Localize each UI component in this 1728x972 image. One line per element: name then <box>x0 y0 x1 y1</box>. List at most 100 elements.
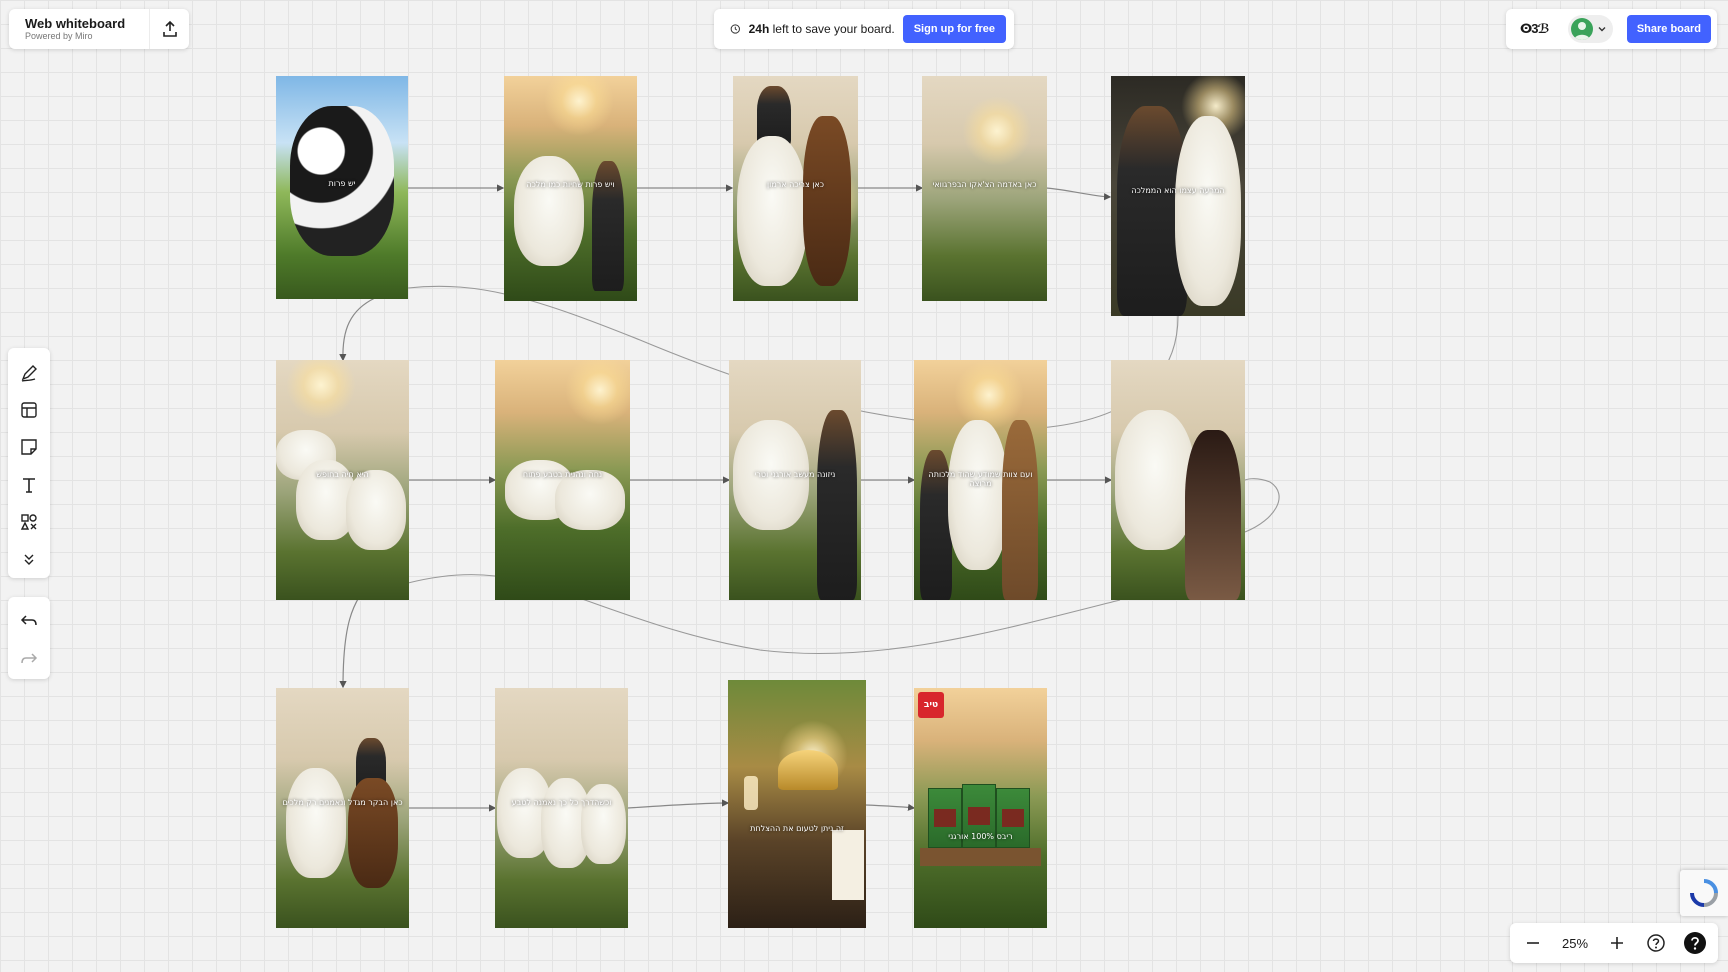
person-image <box>1002 420 1038 600</box>
help-icon <box>1647 934 1665 952</box>
horse-image <box>803 116 851 286</box>
storyboard-frame-8[interactable]: ניזונה מעשב אורגני וטרי <box>729 360 861 600</box>
cow-image <box>948 420 1008 570</box>
napkin-image <box>832 830 864 900</box>
connector <box>339 297 376 362</box>
frame-caption: המרעה עצמו הוא הממלכה <box>1131 186 1225 196</box>
save-board-message: 24h left to save your board. <box>748 22 895 36</box>
collaboration-panel: ⵙ3ℬ Share board <box>1506 9 1717 49</box>
undo-button[interactable] <box>11 602 47 638</box>
user-icon <box>1574 22 1590 40</box>
connector <box>1244 478 1280 533</box>
save-board-banner: 24h left to save your board. Sign up for… <box>714 9 1014 49</box>
storyboard-frame-4[interactable]: כאן באדמה הצ'אקו הבפרגוואי <box>922 76 1047 301</box>
cow-image <box>1175 116 1241 306</box>
storyboard-frame-1[interactable]: יש פרות <box>276 76 408 299</box>
zoom-controls: 25% <box>1510 923 1718 963</box>
frame-caption: ריבס 100% אורגני <box>948 832 1013 841</box>
frame-caption: וכשהדרך כל כך נאמנה לטבע <box>511 798 612 808</box>
reactions-button[interactable]: ⵙ3ℬ <box>1520 21 1562 37</box>
sun-glow <box>962 96 1032 166</box>
template-icon <box>21 402 37 418</box>
chevron-down-icon <box>1598 27 1606 32</box>
connector <box>865 803 916 811</box>
history-toolbar <box>8 597 50 679</box>
board-title-panel: Web whiteboard Powered by Miro <box>9 9 189 49</box>
horse-image <box>348 778 398 888</box>
storyboard-frame-13[interactable]: זה ניתן לטעום את ההצלחת <box>728 680 866 928</box>
pen-tool[interactable] <box>11 355 47 390</box>
cow-image <box>737 136 807 286</box>
wine-glass-image <box>744 776 758 810</box>
storyboard-frame-2[interactable]: ויש פרות שחיות כמו מלכה <box>504 76 637 301</box>
template-tool[interactable] <box>11 392 47 427</box>
sun-glow <box>286 360 356 420</box>
avatar <box>1571 18 1593 40</box>
zoom-out-button[interactable] <box>1516 926 1550 960</box>
sun-glow <box>565 360 630 425</box>
sun-glow <box>954 360 1024 430</box>
cow-image <box>286 768 346 878</box>
sticky-note-tool[interactable] <box>11 430 47 465</box>
storyboard-frame-12[interactable]: וכשהדרך כל כך נאמנה לטבע <box>495 688 628 928</box>
storyboard-frame-14[interactable]: טיב ריבס 100% אורגני <box>914 688 1047 928</box>
help-button[interactable] <box>1639 926 1673 960</box>
storyboard-frame-5[interactable]: המרעה עצמו הוא הממלכה <box>1111 76 1245 316</box>
frame-caption: כאן הבקר מגדל ונאמנים רק מלכים <box>282 798 403 808</box>
frame-caption: ניזונה מעשב אורגני וטרי <box>754 470 836 480</box>
cow-image <box>581 784 626 864</box>
undo-icon <box>20 615 37 626</box>
frame-caption: ועם צוות שמודע שהוד מלכותה מרוצה <box>928 470 1033 489</box>
more-tools-button[interactable] <box>11 542 47 577</box>
powered-by-label: Powered by Miro <box>25 31 93 41</box>
sun-glow <box>544 76 614 136</box>
question-icon <box>1684 932 1706 954</box>
table-image <box>920 848 1041 866</box>
recaptcha-icon <box>1690 879 1718 907</box>
more-tools-icon <box>24 554 34 566</box>
redo-button[interactable] <box>11 640 47 676</box>
plus-icon <box>1611 937 1623 949</box>
zoom-in-button[interactable] <box>1600 926 1634 960</box>
cloche-image <box>778 750 838 790</box>
frame-caption: כאן צריכה ארמון <box>766 179 824 189</box>
connector <box>627 799 730 809</box>
board-title[interactable]: Web whiteboard <box>25 16 149 31</box>
frame-caption: זה ניתן לטעום את ההצלחת <box>750 823 844 833</box>
upload-icon <box>162 20 177 37</box>
frame-caption: נחה ונהנית בטבע פתוח <box>522 470 603 480</box>
sticky-note-icon <box>21 439 37 456</box>
left-toolbar <box>8 348 50 578</box>
person-image <box>1185 430 1241 600</box>
frame-caption: כאן באדמה הצ'אקו הבפרגוואי <box>932 179 1037 189</box>
frame-caption: יש פרות <box>328 178 356 188</box>
brand-logo: טיב <box>918 692 944 718</box>
export-button[interactable] <box>149 9 189 49</box>
support-button[interactable] <box>1678 926 1712 960</box>
redo-icon <box>21 653 38 664</box>
pen-icon <box>21 364 37 382</box>
clock-icon <box>730 24 740 34</box>
text-icon <box>23 477 35 493</box>
cow-image <box>1115 410 1195 550</box>
minus-icon <box>1527 942 1539 944</box>
text-tool[interactable] <box>11 467 47 502</box>
frame-caption: ויש פרות שחיות כמו מלכה <box>526 179 615 189</box>
storyboard-frame-9[interactable]: ועם צוות שמודע שהוד מלכותה מרוצה <box>914 360 1047 600</box>
recaptcha-badge[interactable] <box>1680 870 1728 916</box>
connector <box>1045 187 1112 201</box>
person-image <box>817 410 857 600</box>
sign-up-button[interactable]: Sign up for free <box>902 15 1006 43</box>
storyboard-frame-3[interactable]: כאן צריכה ארמון <box>733 76 858 301</box>
cow-image <box>346 470 406 550</box>
storyboard-frame-11[interactable]: כאן הבקר מגדל ונאמנים רק מלכים <box>276 688 409 928</box>
storyboard-frame-7[interactable]: נחה ונהנית בטבע פתוח <box>495 360 630 600</box>
storyboard-frame-6[interactable]: היא חיה בחופש <box>276 360 409 600</box>
collaborators-dropdown[interactable] <box>1568 15 1613 43</box>
cow-image <box>514 156 584 266</box>
shapes-icon <box>20 514 37 530</box>
storyboard-frame-10[interactable] <box>1111 360 1245 600</box>
zoom-level[interactable]: 25% <box>1555 936 1595 951</box>
share-board-button[interactable]: Share board <box>1626 15 1711 43</box>
shapes-tool[interactable] <box>11 504 47 539</box>
